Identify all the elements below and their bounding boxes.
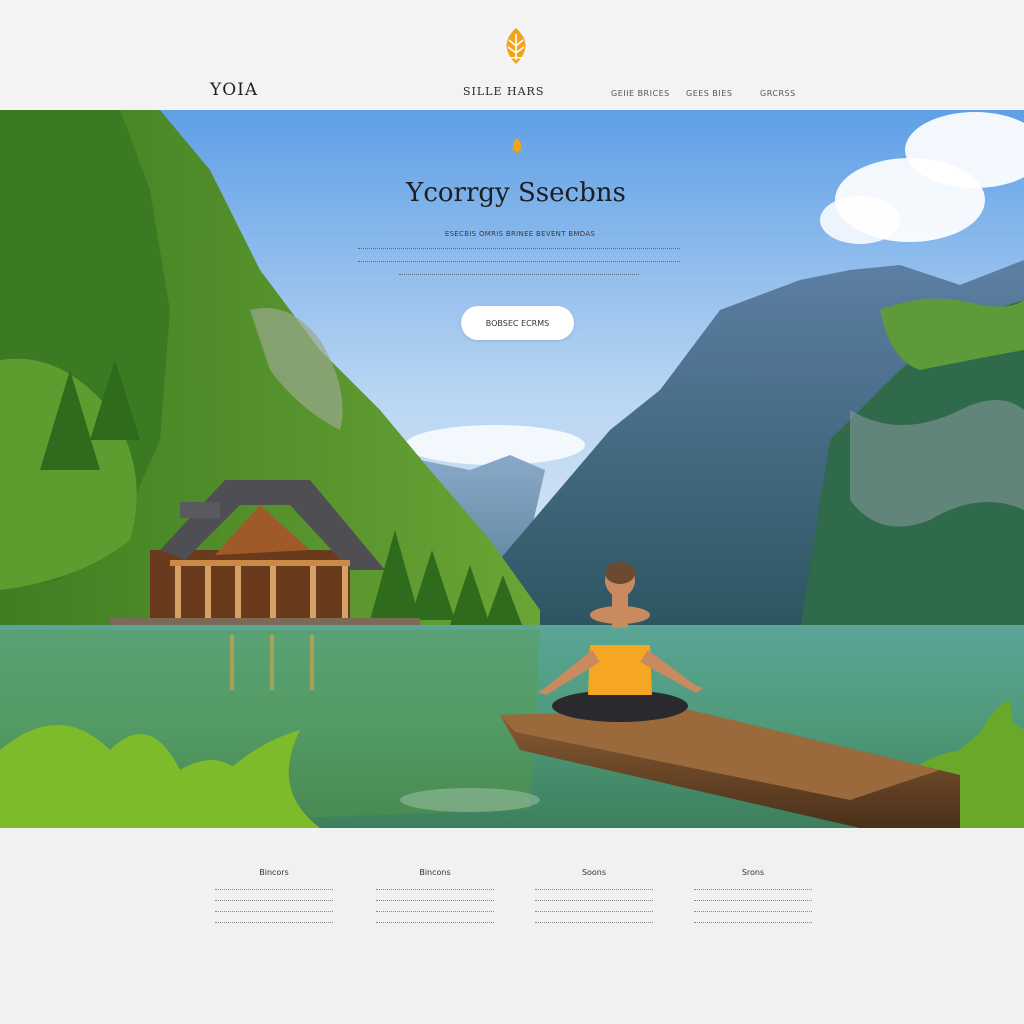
- feature-title: Bincons: [419, 868, 451, 877]
- description-line: [358, 261, 680, 266]
- feature-text-line: [215, 922, 333, 926]
- description-line: [399, 274, 639, 279]
- hero-description: [358, 248, 680, 287]
- feature-text-line: [215, 900, 333, 904]
- features-section: Bincors Bincons Soons Srons: [0, 828, 1024, 1024]
- lake-landscape-image: [0, 110, 1024, 828]
- feature-text-line: [535, 900, 653, 904]
- feature-card: Bincons: [376, 868, 494, 933]
- feature-text-line: [694, 889, 812, 893]
- lotus-small-icon: [510, 138, 524, 154]
- feature-text-line: [694, 900, 812, 904]
- feature-title: Srons: [741, 868, 765, 877]
- nav-link-3[interactable]: GRCRSS: [760, 89, 796, 98]
- nav-link-1[interactable]: GEIIE BRICES: [611, 89, 670, 98]
- feature-text-line: [376, 911, 494, 915]
- site-title[interactable]: SILLE HARS: [463, 85, 544, 98]
- feature-card: Bincors: [215, 868, 333, 933]
- description-line: [358, 248, 680, 253]
- feature-text-line: [694, 911, 812, 915]
- feature-card: Soons: [535, 868, 653, 933]
- brand-logo-text[interactable]: YOIA: [210, 80, 258, 100]
- lotus-icon[interactable]: [499, 26, 533, 66]
- feature-text-line: [535, 911, 653, 915]
- feature-text-line: [376, 889, 494, 893]
- feature-text-line: [376, 922, 494, 926]
- site-header: YOIA SILLE HARS GEIIE BRICES GEES BIES G…: [0, 0, 1024, 110]
- feature-text-line: [535, 922, 653, 926]
- cta-button[interactable]: BOBSEC ECRMS: [461, 306, 574, 340]
- feature-text-line: [535, 889, 653, 893]
- hero-title: Ycorrgy Ssecbns: [406, 178, 626, 208]
- feature-text-line: [694, 922, 812, 926]
- feature-title: Bincors: [259, 868, 289, 877]
- nav-link-2[interactable]: GEES BIES: [686, 89, 732, 98]
- feature-text-line: [215, 889, 333, 893]
- feature-text-line: [376, 900, 494, 904]
- hero-subtitle: ESECBIS OMRIS BRINEE BEVENT BMDAS: [444, 230, 596, 238]
- feature-title: Soons: [581, 868, 607, 877]
- feature-card: Srons: [694, 868, 812, 933]
- hero-section: Ycorrgy Ssecbns ESECBIS OMRIS BRINEE BEV…: [0, 110, 1024, 828]
- feature-text-line: [215, 911, 333, 915]
